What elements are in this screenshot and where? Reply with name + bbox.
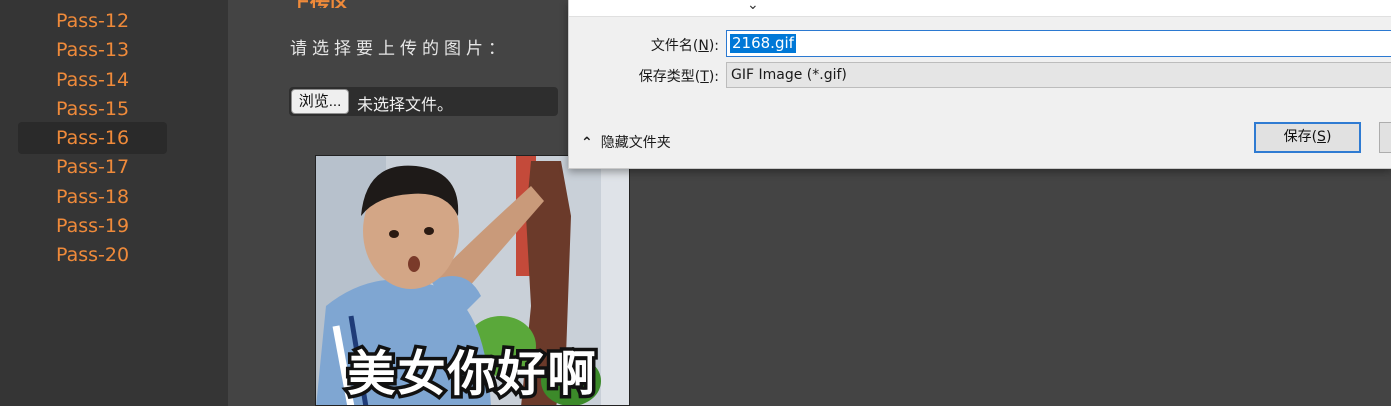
sidebar-item-pass-20[interactable]: Pass-20 xyxy=(18,239,167,271)
upload-prompt: 请选择要上传的图片： xyxy=(290,39,510,59)
hide-folders-toggle[interactable]: ⌃ 隐藏文件夹 xyxy=(581,132,671,152)
savetype-select[interactable]: GIF Image (*.gif) xyxy=(726,62,1391,88)
save-file-dialog: ⌄ 文件名(N): 2168.gif 保存类型(T): GIF Image (*… xyxy=(568,0,1391,169)
hide-folders-label: 隐藏文件夹 xyxy=(600,135,671,151)
uploaded-image-preview: 美女你好啊 xyxy=(315,155,630,406)
chevron-up-icon: ⌃ xyxy=(581,135,593,151)
sidebar-item-pass-16[interactable]: Pass-16 xyxy=(18,122,167,154)
sidebar-item-pass-18[interactable]: Pass-18 xyxy=(18,181,167,213)
file-input[interactable]: 浏览... 未选择文件。 xyxy=(289,87,558,116)
filename-value[interactable]: 2168.gif xyxy=(730,34,796,53)
page-title: 上传区 xyxy=(290,0,370,8)
browse-button[interactable]: 浏览... xyxy=(291,89,349,114)
sidebar-item-pass-14[interactable]: Pass-14 xyxy=(18,64,167,96)
sidebar-item-pass-15[interactable]: Pass-15 xyxy=(18,93,167,125)
sidebar-item-pass-19[interactable]: Pass-19 xyxy=(18,210,167,242)
sidebar-item-pass-17[interactable]: Pass-17 xyxy=(18,151,167,183)
cancel-button[interactable] xyxy=(1379,122,1391,153)
save-button[interactable]: 保存(S) xyxy=(1254,122,1361,153)
sidebar-item-pass-12[interactable]: Pass-12 xyxy=(18,5,167,37)
sidebar-item-pass-13[interactable]: Pass-13 xyxy=(18,34,167,66)
sidebar: Pass-12 Pass-13 Pass-14 Pass-15 Pass-16 … xyxy=(0,0,228,406)
filename-field[interactable]: 2168.gif xyxy=(726,30,1391,57)
chevron-down-icon[interactable]: ⌄ xyxy=(747,0,759,13)
savetype-label: 保存类型(T): xyxy=(638,69,719,85)
meme-caption: 美女你好啊 xyxy=(344,343,599,406)
no-file-selected-text: 未选择文件。 xyxy=(357,95,454,114)
folder-browser-pane: ⌄ xyxy=(569,0,1391,17)
filename-label: 文件名(N): xyxy=(650,38,719,54)
